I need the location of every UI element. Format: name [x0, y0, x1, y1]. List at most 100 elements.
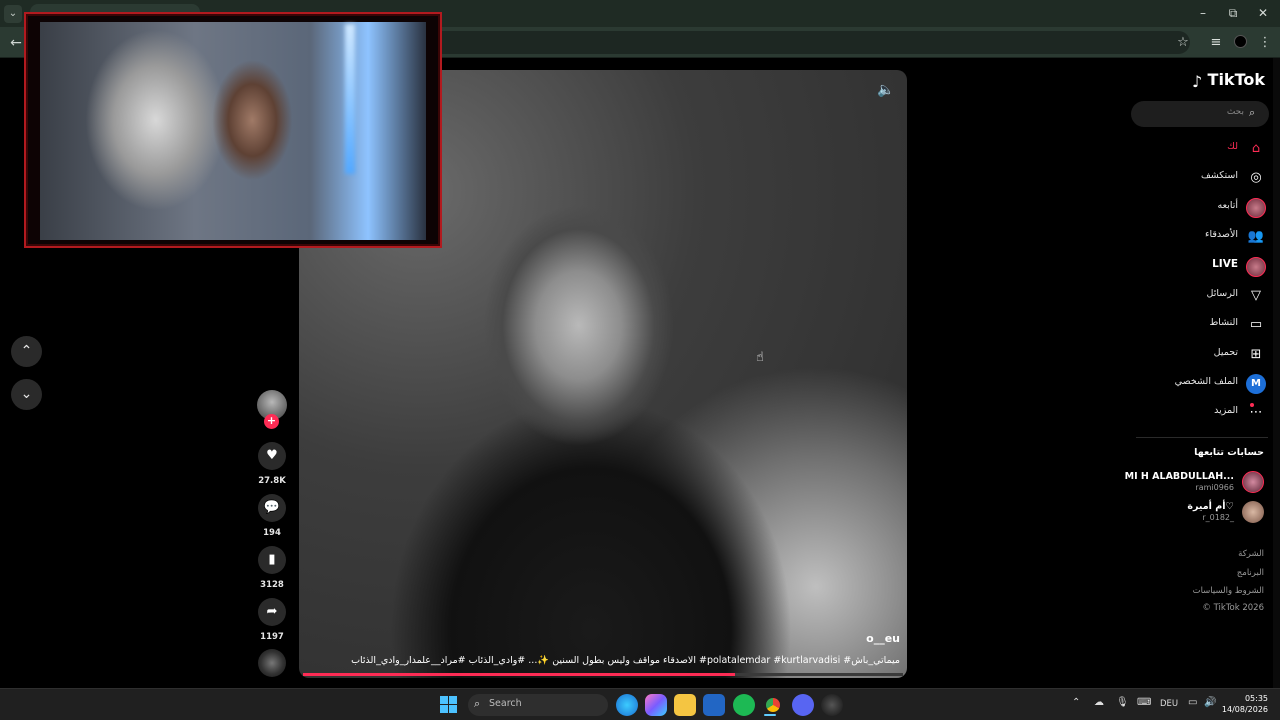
nav-item-live[interactable]: LIVE	[1140, 255, 1268, 279]
nav-label: تحميل	[1213, 347, 1238, 358]
network-icon[interactable]: ▭	[1188, 697, 1197, 708]
page-scrollbar[interactable]	[1273, 58, 1280, 688]
save-count: 3128	[260, 580, 284, 590]
nav-label: LIVE	[1212, 258, 1238, 270]
notification-dot	[1250, 403, 1254, 407]
webcam-led-light	[345, 24, 355, 174]
bookmark-icon[interactable]: ▮	[258, 546, 286, 574]
restore-button[interactable]: ⧉	[1222, 4, 1244, 22]
video-author[interactable]: o__eu	[840, 632, 900, 645]
nav-item-upload[interactable]: تحميل ⊞	[1140, 343, 1268, 367]
next-video-button[interactable]: ⌄	[11, 379, 42, 410]
store-icon[interactable]	[703, 694, 725, 716]
video-progress-fill	[303, 673, 735, 676]
footer-link-terms[interactable]: الشروط والسياسات	[1150, 586, 1264, 596]
avatar-icon	[1246, 198, 1266, 218]
kebab-menu-icon[interactable]: ⋮	[1256, 34, 1274, 52]
footer-link-company[interactable]: الشركة	[1150, 549, 1264, 559]
share-icon[interactable]: ➦	[258, 598, 286, 626]
upload-icon: ⊞	[1250, 347, 1262, 362]
comment-count: 194	[263, 528, 281, 538]
hand-cursor-icon: ☝	[756, 350, 764, 365]
search-placeholder: بحث	[1226, 107, 1244, 117]
discord-icon[interactable]	[792, 694, 814, 716]
nav-item-profile[interactable]: الملف الشخصي M	[1140, 372, 1268, 396]
windows-start-icon[interactable]	[440, 696, 458, 714]
speaker-icon[interactable]: 🔊	[1204, 697, 1216, 708]
follow-plus-icon[interactable]: +	[264, 414, 279, 429]
share-count: 1197	[260, 632, 284, 642]
obs-icon[interactable]	[821, 694, 843, 716]
nav-item-friends[interactable]: الأصدقاء 👥	[1140, 225, 1268, 249]
nav-label: استكشف	[1200, 170, 1238, 181]
more-icon: ⋯	[1249, 405, 1263, 420]
tiktok-logo[interactable]: TikTok	[1193, 70, 1265, 94]
nav-item-for-you[interactable]: لك ⌂	[1140, 137, 1268, 161]
clock-time[interactable]: 05:35	[1232, 694, 1268, 703]
keyboard-icon[interactable]: ⌨	[1137, 697, 1151, 708]
minimize-button[interactable]: –	[1192, 4, 1214, 22]
chevron-up-icon[interactable]: ⌃	[1072, 697, 1080, 708]
microphone-icon[interactable]: 🎙	[1116, 697, 1129, 708]
nav-label: لك	[1227, 141, 1238, 152]
edge-icon[interactable]	[616, 694, 638, 716]
windows-taskbar	[0, 688, 1280, 720]
search-icon[interactable]: ⌕	[1249, 106, 1255, 120]
comment-icon[interactable]: 💬	[258, 494, 286, 522]
following-account[interactable]: أم أميرة♡ r_0182_	[1140, 500, 1268, 526]
copilot-icon[interactable]	[645, 694, 667, 716]
nav-label: النشاط	[1209, 317, 1238, 328]
nav-label: الملف الشخصي	[1174, 376, 1238, 387]
taskbar-search-label: Search	[489, 698, 522, 709]
nav-item-following[interactable]: أتابعه	[1140, 196, 1268, 220]
nav-item-more[interactable]: المزيد ⋯	[1140, 401, 1268, 425]
previous-video-button[interactable]: ⌃	[11, 336, 42, 367]
nav-item-activity[interactable]: النشاط ▭	[1140, 313, 1268, 337]
footer-copyright: © TikTok 2026	[1202, 603, 1264, 613]
following-header: حسابات تتابعها	[1194, 447, 1264, 458]
send-icon: ▽	[1251, 288, 1261, 303]
music-disc[interactable]	[258, 649, 286, 677]
account-username: rami0966	[1195, 483, 1234, 492]
volume-icon[interactable]: 🔈	[876, 80, 896, 100]
compass-icon: ◎	[1250, 170, 1262, 185]
webcam-feed	[40, 22, 426, 240]
nav-label: الأصدقاء	[1204, 229, 1238, 240]
account-avatar	[1242, 471, 1264, 493]
nav-label: المزيد	[1214, 405, 1238, 416]
heart-icon[interactable]: ♥	[258, 442, 286, 470]
nav-item-messages[interactable]: الرسائل ▽	[1140, 284, 1268, 308]
account-avatar	[1242, 501, 1264, 523]
arrow-left-icon[interactable]: ←	[7, 34, 25, 52]
media-control-icon[interactable]: ≡	[1207, 34, 1225, 52]
chrome-icon[interactable]	[762, 694, 784, 716]
footer-link-program[interactable]: البرنامج	[1150, 568, 1264, 578]
clock-date[interactable]: 14/08/2026	[1220, 705, 1268, 714]
spotify-icon[interactable]	[733, 694, 755, 716]
nav-label: الرسائل	[1206, 288, 1238, 299]
video-caption: الاصدقاء مواقف وليس بطول السنين ✨... #وا…	[351, 655, 900, 666]
live-avatar-icon	[1246, 257, 1266, 277]
friends-icon: 👥	[1247, 229, 1265, 244]
chevron-down-icon[interactable]: ⌄	[4, 5, 22, 23]
language-indicator[interactable]: DEU	[1160, 699, 1178, 709]
account-name: أم أميرة♡	[1187, 501, 1234, 512]
active-app-indicator	[764, 714, 776, 716]
nav-label: أتابعه	[1217, 200, 1239, 211]
sidebar-divider	[1136, 437, 1268, 438]
home-icon: ⌂	[1251, 141, 1261, 156]
account-username: r_0182_	[1202, 513, 1234, 522]
close-button[interactable]: ✕	[1252, 4, 1274, 22]
following-account[interactable]: MI H ALABDULLAH... rami0966	[1125, 470, 1268, 496]
like-count: 27.8K	[258, 476, 286, 486]
search-icon: ⌕	[474, 697, 481, 710]
account-name: MI H ALABDULLAH...	[1124, 471, 1234, 482]
profile-icon: M	[1246, 374, 1266, 394]
omnibox[interactable]	[430, 31, 1190, 54]
folder-icon[interactable]	[674, 694, 696, 716]
profile-avatar[interactable]	[1234, 35, 1247, 48]
nav-item-explore[interactable]: استكشف ◎	[1140, 166, 1268, 190]
star-icon[interactable]: ☆	[1174, 34, 1192, 52]
cloud-icon[interactable]: ☁	[1094, 697, 1104, 708]
activity-icon: ▭	[1249, 317, 1263, 332]
